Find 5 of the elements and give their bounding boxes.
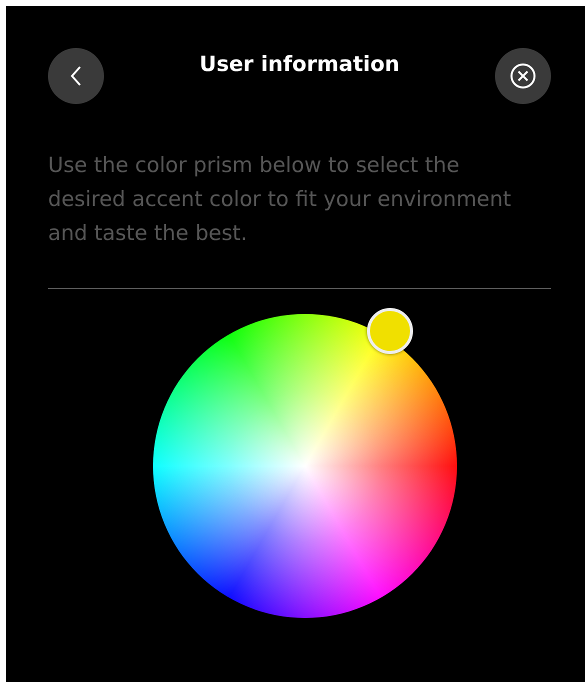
description-text: Use the color prism below to select the desired accent color to fit your environment and taste the best.: [48, 152, 512, 247]
chevron-left-icon: [70, 65, 82, 87]
close-icon: [510, 63, 536, 89]
color-picker-handle[interactable]: [366, 308, 412, 354]
page-title: User information: [199, 52, 400, 76]
